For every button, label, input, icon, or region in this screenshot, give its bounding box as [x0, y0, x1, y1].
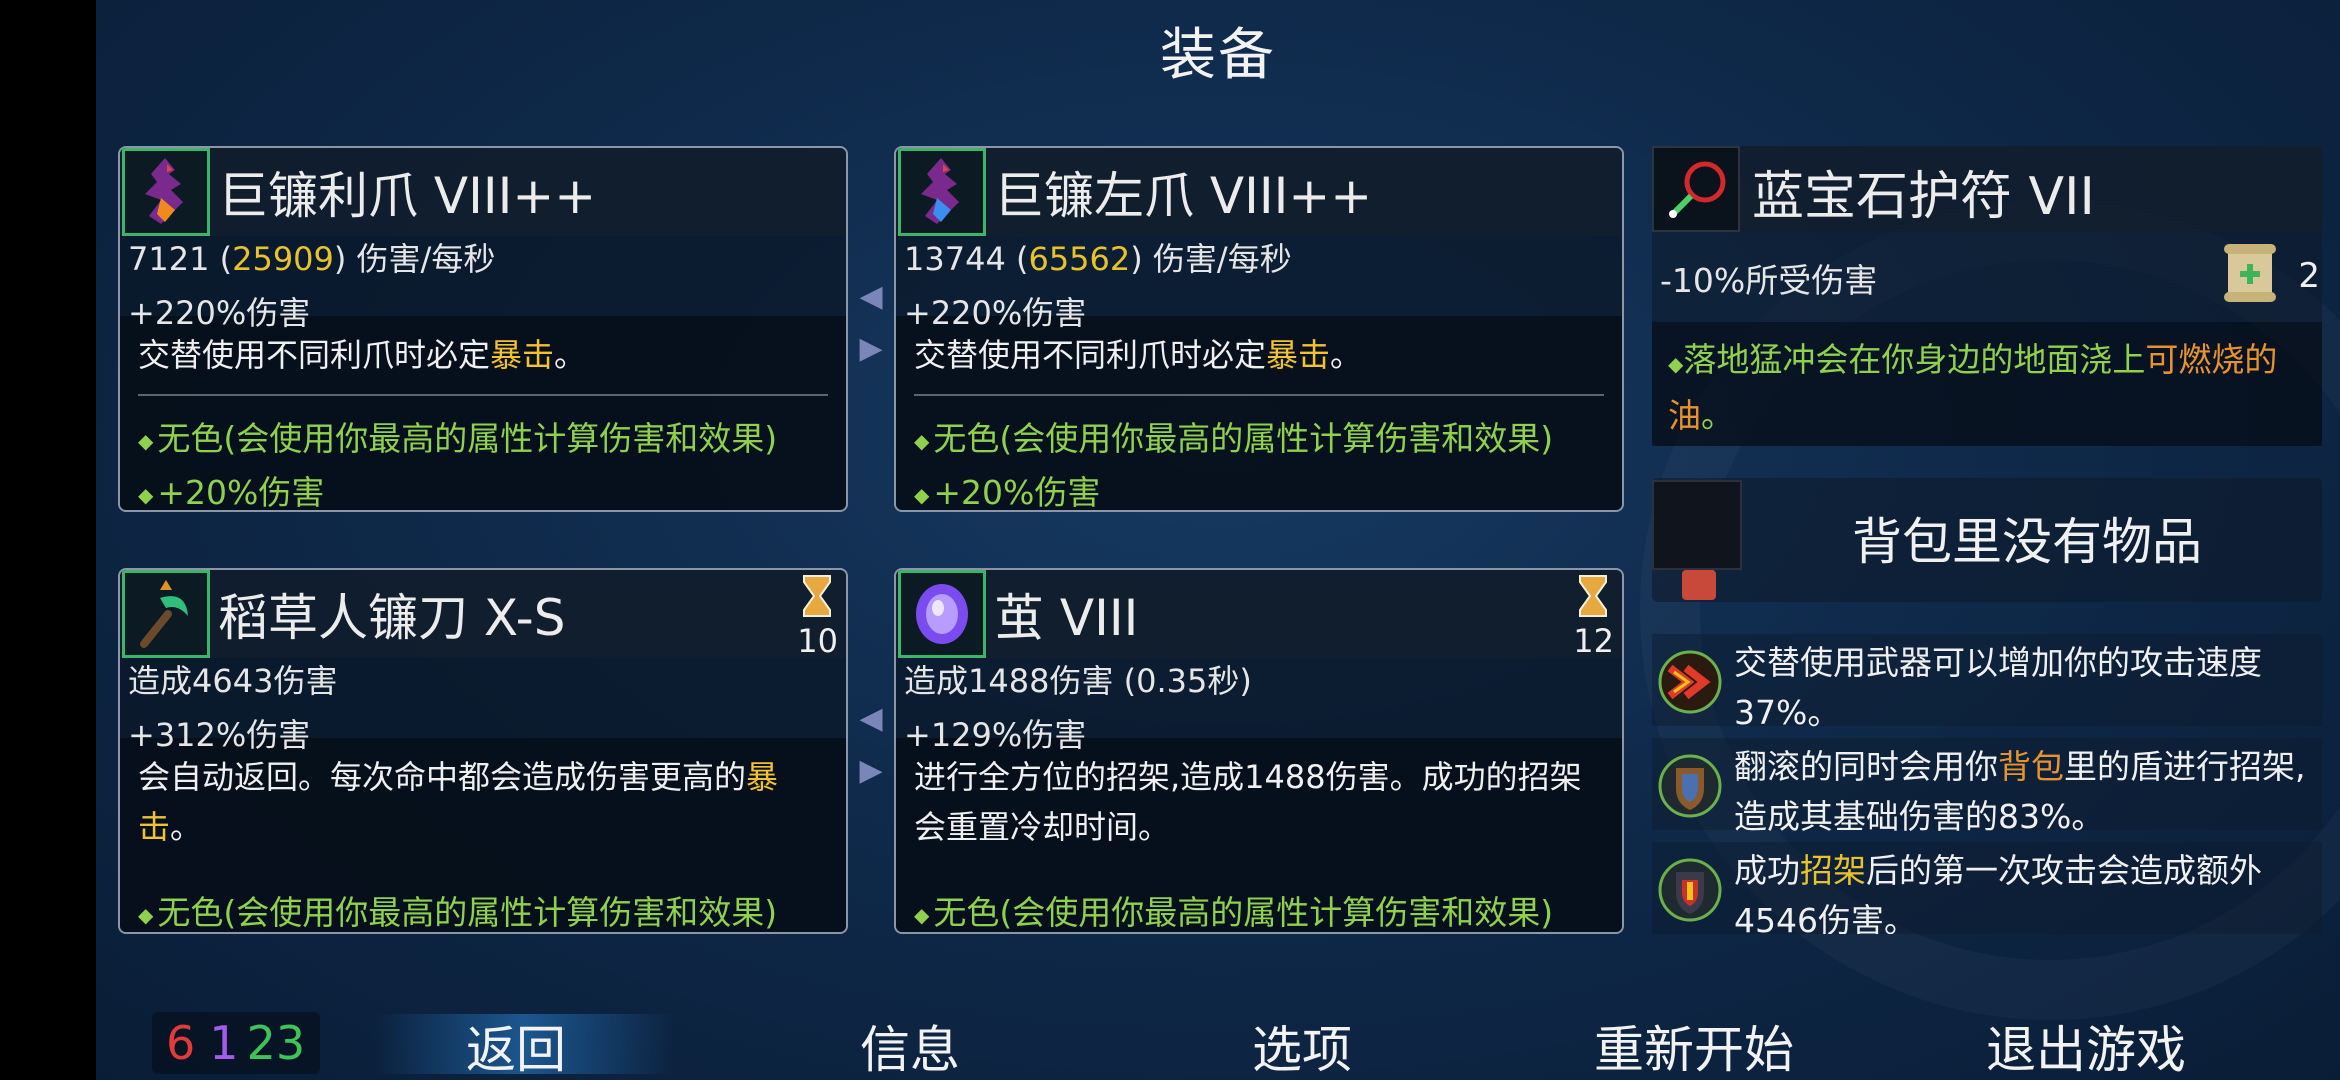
- skill-cooldown: 12: [1573, 622, 1614, 660]
- brutality-count: 6: [166, 1016, 196, 1070]
- amulet-name: 蓝宝石护符 VII: [1752, 167, 2095, 227]
- backpack-slot[interactable]: 背包里没有物品: [1652, 478, 2322, 602]
- weapon-dps: 13744 (65562) 伤害/每秒: [904, 240, 1292, 278]
- skill-name: 茧 VIII: [994, 589, 1139, 647]
- divider: [914, 394, 1604, 396]
- weapon-description: 交替使用不同利爪时必定暴击。: [914, 336, 1363, 374]
- mutations-list: 交替使用武器可以增加你的攻击速度37%。 翻滚的同时会用你背包里的盾进行招架,造…: [1652, 634, 2322, 934]
- scroll-stats: 6 1 23: [152, 1012, 320, 1074]
- weapon-card-secondary[interactable]: 巨镰左爪 VIII++ 13744 (65562) 伤害/每秒 +220%伤害 …: [894, 146, 1624, 512]
- skill-bonus: +312%伤害: [128, 716, 311, 754]
- screen-edge: [0, 0, 96, 1080]
- mutation-text: 翻滚的同时会用你背包里的盾进行招架,造成其基础伤害的83%。: [1734, 747, 2306, 836]
- back-button[interactable]: 返回: [466, 1010, 566, 1080]
- affix-damage: ◆ +20%伤害: [914, 473, 1101, 512]
- mutation-text: 交替使用武器可以增加你的攻击速度37%。: [1734, 643, 2262, 732]
- mutation-item[interactable]: 成功招架后的第一次攻击会造成额外4546伤害。: [1652, 842, 2322, 934]
- mutation-item[interactable]: 翻滚的同时会用你背包里的盾进行招架,造成其基础伤害的83%。: [1652, 738, 2322, 836]
- backpack-empty-slot[interactable]: [1652, 480, 1742, 570]
- tactics-count: 1: [209, 1016, 239, 1070]
- backpack-icon: [1682, 570, 1716, 600]
- bottom-nav: 6 1 23 返回 信息 选项 重新开始 退出游戏: [96, 1008, 2340, 1080]
- affix-damage: ◆ +20%伤害: [138, 473, 325, 512]
- weapon-bonus: +220%伤害: [128, 294, 311, 332]
- skill-card-primary[interactable]: 稻草人镰刀 X-S 10 造成4643伤害 +312%伤害 会自动返回。每次命中…: [118, 568, 848, 934]
- hourglass-icon: [803, 575, 831, 617]
- mutation-item[interactable]: 交替使用武器可以增加你的攻击速度37%。: [1652, 634, 2322, 732]
- shield-roll-mutation-icon: [1658, 754, 1722, 818]
- restart-button[interactable]: 重新开始: [1594, 1010, 1794, 1080]
- affix-colorless: ◆ 无色(会使用你最高的属性计算伤害和效果): [914, 419, 1554, 458]
- skill-cooldown: 10: [797, 622, 838, 660]
- sapphire-amulet-icon: [1652, 146, 1740, 232]
- backpack-empty-text: 背包里没有物品: [1852, 513, 2202, 571]
- divider: [138, 394, 828, 396]
- scroll-icon: [2224, 244, 2276, 302]
- hourglass-icon: [1579, 575, 1607, 617]
- skill-damage: 造成1488伤害 (0.35秒): [904, 662, 1252, 700]
- scarecrow-sickle-icon: [122, 570, 210, 658]
- amulet-card[interactable]: 蓝宝石护符 VII -10%所受伤害 2 ◆落地猛冲会在你身边的地面浇上可燃烧的…: [1652, 146, 2322, 446]
- arrow-right-icon: ▶: [859, 331, 883, 366]
- affix-colorless: ◆ 无色(会使用你最高的属性计算伤害和效果): [138, 893, 778, 932]
- arrow-right-icon: ▶: [859, 753, 883, 788]
- scroll-count: 2: [2298, 256, 2320, 296]
- arrow-left-icon: ◀: [859, 279, 883, 314]
- weapon-name: 巨镰利爪 VIII++: [218, 167, 597, 225]
- giant-claw-icon: [122, 148, 210, 236]
- weapon-card-primary[interactable]: 巨镰利爪 VIII++ 7121 (25909) 伤害/每秒 +220%伤害 交…: [118, 146, 848, 512]
- weapon-name: 巨镰左爪 VIII++: [994, 167, 1373, 225]
- cocoon-icon: [898, 570, 986, 658]
- weapon-description: 交替使用不同利爪时必定暴击。: [138, 336, 587, 374]
- combo-mutation-icon: [1658, 650, 1722, 714]
- parry-mutation-icon: [1658, 858, 1722, 922]
- weapon-bonus: +220%伤害: [904, 294, 1087, 332]
- mutation-text: 成功招架后的第一次攻击会造成额外4546伤害。: [1734, 851, 2262, 934]
- giant-left-claw-icon: [898, 148, 986, 236]
- info-button[interactable]: 信息: [860, 1010, 960, 1080]
- skill-description: 会自动返回。每次命中都会造成伤害更高的暴击。: [138, 758, 779, 846]
- skill-damage: 造成4643伤害: [128, 662, 338, 700]
- skill-description: 进行全方位的招架,造成1488伤害。成功的招架会重置冷却时间。: [914, 758, 1582, 846]
- affix-colorless: ◆ 无色(会使用你最高的属性计算伤害和效果): [138, 419, 778, 458]
- affix-colorless: ◆ 无色(会使用你最高的属性计算伤害和效果): [914, 893, 1554, 932]
- skill-name: 稻草人镰刀 X-S: [218, 589, 566, 647]
- options-button[interactable]: 选项: [1252, 1010, 1352, 1080]
- swap-weapons-arrows[interactable]: ◀ ▶: [848, 279, 894, 364]
- weapon-dps: 7121 (25909) 伤害/每秒: [128, 240, 496, 278]
- arrow-left-icon: ◀: [859, 701, 883, 736]
- amulet-description: ◆落地猛冲会在你身边的地面浇上可燃烧的油。: [1668, 340, 2278, 435]
- skill-bonus: +129%伤害: [904, 716, 1087, 754]
- swap-skills-arrows[interactable]: ◀ ▶: [848, 701, 894, 786]
- survival-count: 23: [246, 1016, 306, 1070]
- quit-game-button[interactable]: 退出游戏: [1986, 1010, 2186, 1080]
- page-title: 装备: [1160, 23, 1276, 88]
- amulet-stat: -10%所受伤害: [1660, 261, 1878, 300]
- skill-card-secondary[interactable]: 茧 VIII 12 造成1488伤害 (0.35秒) +129%伤害 进行全方位…: [894, 568, 1624, 934]
